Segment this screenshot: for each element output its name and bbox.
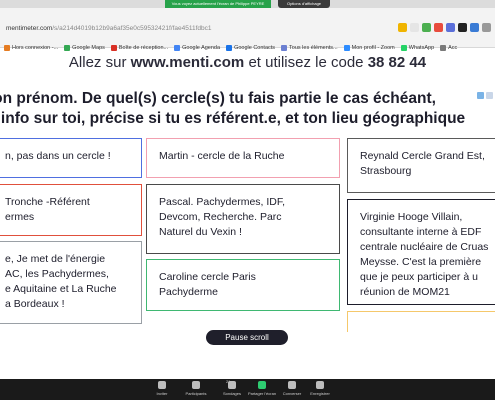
extension-icon[interactable] <box>458 23 467 32</box>
extension-icons <box>398 23 491 35</box>
bookmark-label: WhatsApp <box>408 45 435 51</box>
bookmark-item[interactable]: Tous les éléments... <box>281 45 338 51</box>
zoom-participants-button[interactable]: Participants <box>176 381 216 396</box>
bookmark-icon <box>4 45 10 51</box>
bookmark-item[interactable]: Mon profil - Zoom <box>343 45 395 51</box>
answer-text-line: réunion de MOM21 <box>360 286 450 298</box>
zoom-toolbar-label: Converser <box>282 391 302 396</box>
bookmark-label: Mon profil - Zoom <box>351 45 395 51</box>
answer-card: Caroline cercle Paris Pachyderme <box>146 259 340 311</box>
invite-icon <box>158 381 166 389</box>
address-bar[interactable]: mentimeter.com/s/a214d4019b12b9a6af35e0c… <box>0 20 495 38</box>
answer-text-line: Caroline cercle Paris <box>159 271 256 283</box>
polls-icon <box>228 381 236 389</box>
bookmark-label: Tous les éléments... <box>289 45 338 51</box>
bookmark-item[interactable]: Google Maps <box>64 45 105 51</box>
bookmark-icon <box>174 45 181 51</box>
share-icon[interactable] <box>477 92 484 99</box>
extension-icon[interactable] <box>422 23 431 32</box>
bookmark-label: Google Agenda <box>182 45 221 51</box>
answer-card <box>347 311 495 332</box>
answer-card: Reynald Cercle Grand Est, Strasbourg <box>347 138 495 193</box>
bookmark-label: Google Contacts <box>234 45 276 51</box>
browser-chrome: mentimeter.com/s/a214d4019b12b9a6af35e0c… <box>0 8 495 51</box>
answer-card: Martin - cercle de la Ruche <box>146 138 340 178</box>
answer-text-line: n, pas dans un cercle ! <box>5 150 111 162</box>
bookmark-item[interactable]: WhatsApp <box>400 45 435 51</box>
profile-avatar-icon[interactable] <box>482 23 491 32</box>
record-icon <box>316 381 324 389</box>
answer-card: e, Je met de l'énergie AC, les Pachyderme… <box>0 241 142 324</box>
view-options-button[interactable]: Options d'affichage <box>278 0 330 8</box>
answer-text-line: a Bordeaux ! <box>5 298 65 310</box>
bookmark-label: Acc <box>448 45 458 51</box>
answer-card: Pascal. Pachydermes, IDF, Devcom, Recherc… <box>146 184 340 254</box>
answer-text-line: centrale nucléaire de Cruas <box>360 241 489 253</box>
zoom-toolbar-label: Sondages <box>222 391 241 396</box>
voting-code: 38 82 44 <box>367 54 427 71</box>
share-status: Vous voyez actuellement l'écran de Phili… <box>165 0 271 8</box>
bookmark-icon <box>110 45 117 51</box>
menti-site: www.menti.com <box>130 54 245 71</box>
bookmark-item[interactable]: Hors connexion -... <box>4 45 58 51</box>
bookmark-icon <box>281 45 288 51</box>
bookmark-icon <box>64 45 71 51</box>
answer-text-line: Meysse. C'est la première <box>360 256 482 268</box>
menu-icon[interactable] <box>486 92 493 99</box>
answer-text-line: AC, les Pachydermes, <box>5 268 109 280</box>
screen-share-banner: Vous voyez actuellement l'écran de Phili… <box>0 0 495 8</box>
answer-text-line: Tronche -Référent <box>5 196 90 208</box>
answer-text-line: Martin - cercle de la Ruche <box>159 150 285 162</box>
answer-text-line: Pachyderme <box>159 286 218 298</box>
zoom-record-button[interactable]: Enregistrer <box>300 381 340 396</box>
bookmark-item[interactable]: Google Agenda <box>174 45 220 51</box>
answer-text-line: e Aquitaine et La Ruche <box>5 283 117 295</box>
extension-icon[interactable] <box>470 23 479 32</box>
zoom-toolbar-label: Participants <box>185 391 207 396</box>
question-line-2: e info sur toi, précise si tu es référen… <box>0 110 466 127</box>
zoom-toolbar-label: Inviter <box>156 391 168 396</box>
answer-card: Tronche -Référent ermes <box>0 184 142 236</box>
answer-card: Virginie Hooge Villain, consultante inter… <box>347 199 495 305</box>
participants-icon <box>192 381 200 389</box>
bookmark-item[interactable]: Boîte de réception... <box>110 45 169 51</box>
bookmark-item[interactable]: Google Contacts <box>226 45 275 51</box>
extension-icon[interactable] <box>434 23 443 32</box>
join-instructions: Allez sur www.menti.com et utilisez le c… <box>68 54 427 71</box>
question-line-1: ton prénom. De quel(s) cercle(s) tu fais… <box>0 90 436 107</box>
bookmark-item[interactable]: Acc <box>440 45 457 51</box>
question-text: ton prénom. De quel(s) cercle(s) tu fais… <box>0 89 495 129</box>
answer-text-line: e, Je met de l'énergie <box>5 253 106 265</box>
pause-scroll-button[interactable]: Pause scroll <box>206 330 288 345</box>
bookmark-label: Google Maps <box>72 45 105 51</box>
answer-text-line: Reynald Cercle Grand Est, <box>360 150 485 162</box>
answer-text-line: Pascal. Pachydermes, IDF, <box>159 196 286 208</box>
answer-text-line: Naturel du Vexin ! <box>159 226 242 238</box>
answer-text-line: que je peux participer à u <box>360 271 478 283</box>
zoom-toolbar: 21 InviterParticipantsSondagesPartager l… <box>0 379 495 400</box>
url-text[interactable]: mentimeter.com/s/a214d4019b12b9a6af35e0c… <box>6 25 212 32</box>
extension-icon[interactable] <box>398 23 407 32</box>
answer-card: n, pas dans un cercle ! <box>0 138 142 178</box>
question-icons <box>477 92 493 99</box>
bookmark-icon <box>343 45 350 51</box>
bookmark-label: Hors connexion -... <box>12 45 59 51</box>
bookmark-icon <box>400 45 407 51</box>
answer-text-line: consultante interne à EDF <box>360 226 482 238</box>
share-screen-icon <box>258 381 266 389</box>
extension-icon[interactable] <box>410 23 419 32</box>
answer-text-line: Devcom, Recherche. Parc <box>159 211 282 223</box>
bookmark-icon <box>440 45 447 51</box>
extension-icon[interactable] <box>446 23 455 32</box>
answer-text-line: Strasbourg <box>360 165 412 177</box>
answer-text-line: ermes <box>5 211 35 223</box>
chat-icon <box>288 381 296 389</box>
bookmark-label: Boîte de réception... <box>118 45 169 51</box>
answer-text-line: Virginie Hooge Villain, <box>360 211 463 223</box>
zoom-toolbar-label: Enregistrer <box>310 391 330 396</box>
bookmark-icon <box>226 45 233 51</box>
